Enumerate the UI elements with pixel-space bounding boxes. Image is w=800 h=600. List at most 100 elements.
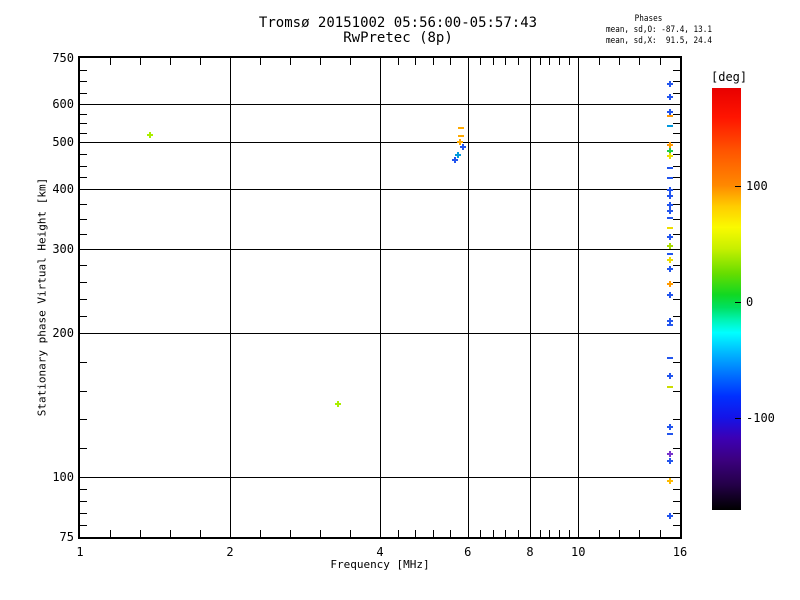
y-minor-tick-right — [673, 203, 680, 205]
data-point — [669, 281, 672, 288]
y-tick-label: 200 — [52, 325, 74, 340]
x-minor-tick-top — [260, 58, 261, 65]
y-minor-tick — [80, 489, 87, 491]
x-minor-tick-top — [639, 58, 641, 65]
y-minor-tick-right — [673, 69, 680, 71]
y-minor-tick — [80, 316, 87, 318]
x-minor-tick — [290, 530, 291, 537]
x-minor-tick — [350, 530, 351, 537]
y-minor-tick — [80, 177, 87, 179]
y-tick-label: 400 — [52, 181, 74, 196]
y-minor-tick — [80, 513, 87, 515]
data-point — [669, 201, 672, 208]
y-minor-tick-right — [673, 153, 680, 155]
y-minor-tick — [80, 282, 87, 284]
x-tick-label: 4 — [376, 545, 384, 559]
x-minor-tick — [517, 530, 519, 537]
phase-statistics: Phases mean, sd,O: -87.4, 13.1 mean, sd,… — [606, 14, 712, 47]
data-point — [454, 157, 457, 164]
data-point — [669, 372, 672, 379]
y-minor-tick — [80, 165, 87, 167]
x-minor-tick — [659, 530, 661, 537]
data-point — [667, 114, 674, 117]
x-gridline — [467, 58, 469, 537]
x-minor-tick — [397, 530, 399, 537]
y-minor-tick — [80, 390, 87, 392]
y-minor-tick-right — [673, 390, 680, 392]
x-minor-tick — [558, 530, 560, 537]
ionogram-figure: Tromsø 20151002 05:56:00-05:57:43 RwPret… — [0, 0, 800, 600]
y-axis-title: Stationary phase Virtual Height [km] — [35, 177, 49, 417]
y-tick-label: 600 — [52, 97, 74, 112]
data-point — [462, 143, 465, 150]
x-minor-tick — [492, 530, 494, 537]
y-minor-tick — [80, 69, 87, 71]
x-minor-tick-top — [350, 58, 351, 65]
y-minor-tick — [80, 113, 87, 115]
data-point — [669, 450, 672, 457]
data-point — [669, 193, 672, 200]
y-gridline — [80, 104, 680, 106]
data-point — [667, 433, 674, 436]
colorbar — [712, 88, 741, 510]
y-gridline — [80, 248, 680, 250]
y-minor-tick — [80, 81, 87, 83]
y-minor-tick-right — [673, 448, 680, 450]
data-point — [669, 80, 672, 87]
x-minor-tick — [598, 530, 600, 537]
x-minor-tick-top — [450, 58, 452, 65]
x-tick-label: 8 — [526, 545, 534, 559]
data-point — [669, 458, 672, 465]
y-tick-label: 300 — [52, 241, 74, 256]
y-minor-tick — [80, 419, 87, 421]
y-minor-tick-right — [673, 513, 680, 515]
data-point — [667, 386, 674, 389]
x-minor-tick-top — [505, 58, 507, 65]
data-point — [667, 227, 674, 230]
y-minor-tick-right — [673, 489, 680, 491]
x-minor-tick-top — [659, 58, 661, 65]
x-minor-tick-top — [415, 58, 417, 65]
phase-mean-sd-o: mean, sd,O: -87.4, 13.1 — [606, 25, 712, 35]
colorbar-tick-label: 100 — [746, 178, 768, 193]
x-minor-tick-top — [432, 58, 434, 65]
y-tick-label: 750 — [52, 51, 74, 65]
x-minor-tick-top — [549, 58, 551, 65]
x-tick-label: 2 — [226, 545, 234, 559]
x-minor-tick-top — [140, 58, 141, 65]
x-minor-tick — [549, 530, 551, 537]
data-point — [669, 208, 672, 215]
x-minor-tick — [170, 530, 171, 537]
data-point — [669, 153, 672, 160]
y-tick-label: 75 — [59, 530, 74, 544]
y-minor-tick — [80, 265, 87, 267]
x-minor-tick — [539, 530, 541, 537]
data-point — [667, 177, 674, 180]
x-minor-tick — [505, 530, 507, 537]
x-minor-tick-top — [598, 58, 600, 65]
data-point — [459, 139, 462, 146]
y-minor-tick — [80, 203, 87, 205]
y-minor-tick-right — [673, 132, 680, 134]
colorbar-tick-label: 0 — [746, 294, 754, 309]
x-minor-tick-top — [110, 58, 111, 65]
x-minor-tick-top — [170, 58, 171, 65]
data-point — [148, 131, 151, 138]
phase-heading: Phases — [634, 14, 663, 24]
x-tick-label: 10 — [571, 545, 586, 559]
chart-title: Tromsø 20151002 05:56:00-05:57:43 — [258, 15, 538, 31]
colorbar-tick — [735, 185, 741, 187]
x-tick-label: 16 — [672, 545, 688, 559]
y-minor-tick — [80, 233, 87, 235]
data-point — [667, 217, 674, 220]
data-point — [669, 424, 672, 431]
x-gridline — [578, 58, 580, 537]
x-minor-tick-top — [480, 58, 482, 65]
data-point — [667, 253, 674, 256]
chart-subtitle: RwPretec (8p) — [343, 30, 453, 46]
x-minor-tick-top — [517, 58, 519, 65]
data-point — [669, 234, 672, 241]
x-minor-tick — [618, 530, 620, 537]
y-minor-tick-right — [673, 265, 680, 267]
y-gridline — [80, 188, 680, 190]
